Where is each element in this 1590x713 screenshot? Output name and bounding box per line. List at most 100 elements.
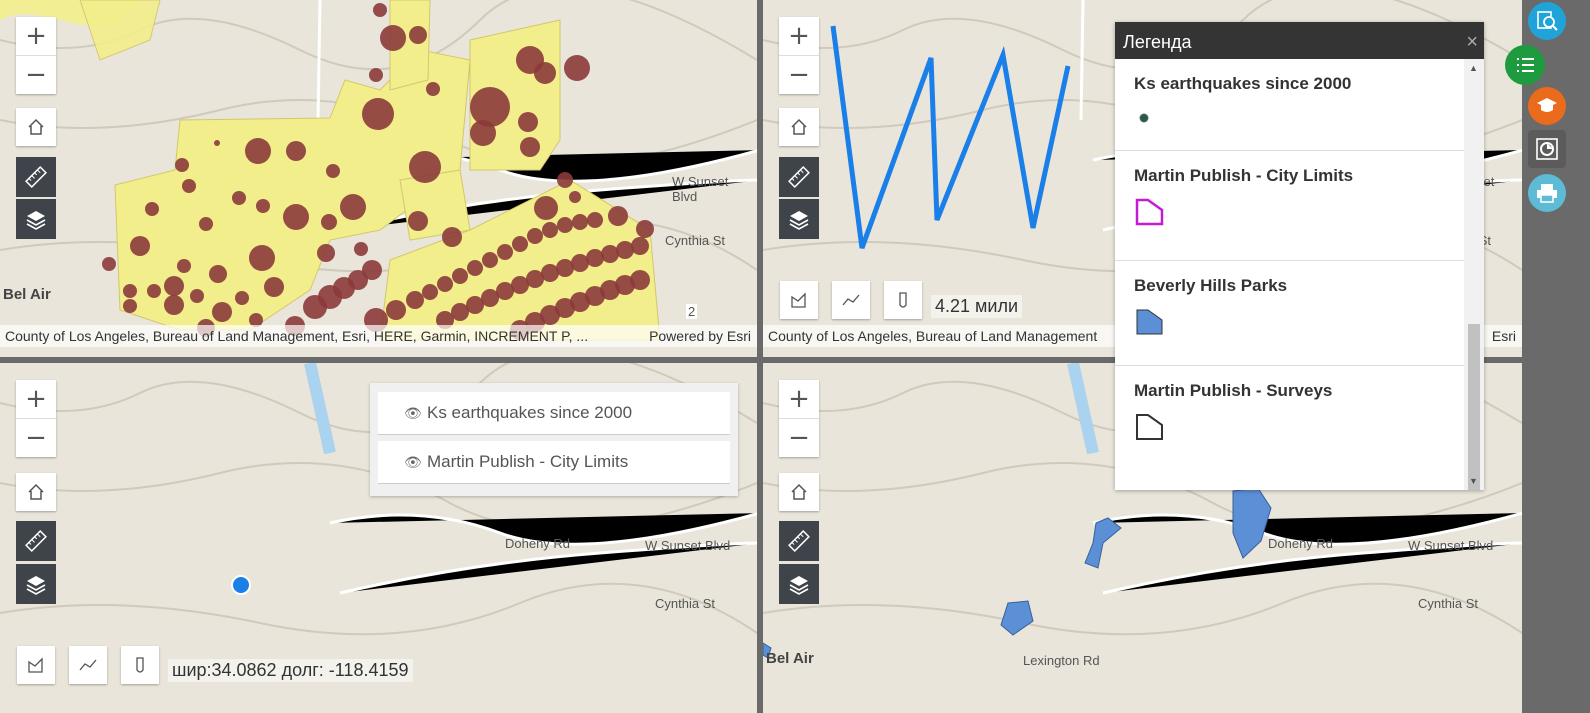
parks-symbol <box>1136 309 1163 335</box>
earthquake-point <box>386 300 406 320</box>
layer-list-button[interactable] <box>16 564 56 604</box>
home-button[interactable] <box>779 108 819 146</box>
home-icon <box>791 118 807 135</box>
current-location-dot <box>231 575 251 595</box>
street-label: Doheny Rd <box>505 536 571 551</box>
earthquake-point <box>608 206 628 226</box>
ruler-icon <box>25 530 47 552</box>
scrollbar-thumb[interactable] <box>1468 324 1480 490</box>
search-widget-button[interactable] <box>1528 2 1566 40</box>
scroll-down-icon[interactable]: ▼ <box>1469 476 1478 486</box>
earthquake-point <box>587 212 603 228</box>
legend-body: Ks earthquakes since 2000 Martin Publish… <box>1115 59 1464 490</box>
earthquake-point <box>422 284 438 300</box>
measure-location-button[interactable] <box>884 281 922 319</box>
place-label-bel-air: Bel Air <box>766 650 814 667</box>
street-label: Doheny Rd <box>1268 536 1334 551</box>
chart-widget-button[interactable] <box>1528 130 1566 168</box>
legend-section: Beverly Hills Parks <box>1115 261 1464 366</box>
earthquake-point <box>264 277 284 297</box>
earthquake-point <box>373 3 387 17</box>
pie-chart-icon <box>1536 138 1558 160</box>
earthquake-point <box>534 196 558 220</box>
measure-area-button[interactable] <box>780 281 818 319</box>
home-button[interactable] <box>779 473 819 511</box>
measurement-result: 4.21 мили <box>931 295 1023 318</box>
zoom-in-button[interactable]: + <box>779 380 819 419</box>
home-button[interactable] <box>16 108 56 146</box>
zoom-in-button[interactable]: + <box>16 380 56 419</box>
attribution-bar: County of Los Angeles, Bureau of Land Ma… <box>0 325 757 347</box>
earthquake-point <box>102 257 116 271</box>
attribution-text: County of Los Angeles, Bureau of Land Ma… <box>768 328 1098 344</box>
measure-tool-button[interactable] <box>16 521 56 561</box>
zoom-out-button[interactable]: − <box>16 419 56 457</box>
ruler-icon <box>788 530 810 552</box>
layer-list-button[interactable] <box>779 199 819 239</box>
zoom-out-button[interactable]: − <box>779 419 819 457</box>
layer-list-panel: 👁 Ks earthquakes since 2000 👁 Martin Pub… <box>370 383 738 496</box>
education-widget-button[interactable] <box>1528 87 1566 125</box>
zoom-in-button[interactable]: + <box>779 17 819 56</box>
legend-panel: Легенда × Ks earthquakes since 2000 Mart… <box>1115 22 1484 490</box>
location-pin-icon <box>136 657 144 673</box>
earthquake-point <box>235 291 249 305</box>
layer-list-item[interactable]: 👁 Martin Publish - City Limits <box>378 441 730 484</box>
legend-title: Легенда <box>1123 32 1192 52</box>
zoom-in-button[interactable]: + <box>16 17 56 56</box>
zoom-out-button[interactable]: − <box>16 56 56 94</box>
layers-icon <box>26 211 46 230</box>
earthquake-point <box>572 214 588 230</box>
measure-tool-button[interactable] <box>779 157 819 197</box>
home-button[interactable] <box>16 473 56 511</box>
powered-by-esri-link[interactable]: Powered by Esri <box>649 325 751 347</box>
city-limits-symbol <box>1135 198 1164 226</box>
zoom-control: + − <box>16 380 56 457</box>
distance-icon <box>79 659 97 671</box>
eye-icon[interactable]: 👁 <box>404 441 422 483</box>
earthquake-point <box>199 217 213 231</box>
earthquake-point <box>182 179 196 193</box>
earthquake-point <box>470 120 496 146</box>
layer-list-widget-button[interactable] <box>1505 45 1545 85</box>
street-label: W Sunset Blvd <box>1408 538 1494 553</box>
earthquake-point <box>362 98 394 130</box>
earthquake-point <box>340 194 366 220</box>
zoom-control: + − <box>779 380 819 457</box>
earthquake-point <box>214 140 220 146</box>
printer-icon <box>1537 184 1557 203</box>
earthquake-point <box>520 137 540 157</box>
earthquake-point <box>209 265 227 283</box>
earthquake-point <box>630 270 650 290</box>
earthquake-point <box>175 158 189 172</box>
legend-section-title: Ks earthquakes since 2000 <box>1134 74 1352 93</box>
home-icon <box>28 118 44 135</box>
earthquake-point <box>408 211 428 231</box>
earthquake-point <box>362 260 382 280</box>
measure-tool-button[interactable] <box>16 157 56 197</box>
measure-tool-button[interactable] <box>779 521 819 561</box>
layer-list-item[interactable]: 👁 Ks earthquakes since 2000 <box>378 392 730 435</box>
scroll-up-icon[interactable]: ▲ <box>1469 63 1478 73</box>
legend-section: Ks earthquakes since 2000 <box>1115 59 1464 151</box>
earthquake-point <box>557 172 573 188</box>
measure-distance-button[interactable] <box>832 281 870 319</box>
measure-area-button[interactable] <box>17 646 55 684</box>
zoom-out-button[interactable]: − <box>779 56 819 94</box>
close-icon[interactable]: × <box>1466 22 1478 62</box>
distance-icon <box>842 294 860 306</box>
earthquake-point <box>406 291 424 309</box>
legend-scrollbar[interactable]: ▲ ▼ <box>1464 59 1484 490</box>
layer-list-button[interactable] <box>16 199 56 239</box>
measure-location-button[interactable] <box>121 646 159 684</box>
eye-icon[interactable]: 👁 <box>404 392 422 434</box>
layer-list-button[interactable] <box>779 564 819 604</box>
earthquake-point <box>369 68 383 82</box>
earthquake-point <box>317 244 335 262</box>
measure-distance-button[interactable] <box>69 646 107 684</box>
layers-icon <box>789 211 809 230</box>
esri-link[interactable]: Esri <box>1492 325 1516 347</box>
basemap <box>0 0 757 357</box>
map-view-top-left[interactable]: Bel Air W Sunset Blvd Cynthia St 2 + − C… <box>0 0 757 357</box>
print-widget-button[interactable] <box>1528 174 1566 212</box>
